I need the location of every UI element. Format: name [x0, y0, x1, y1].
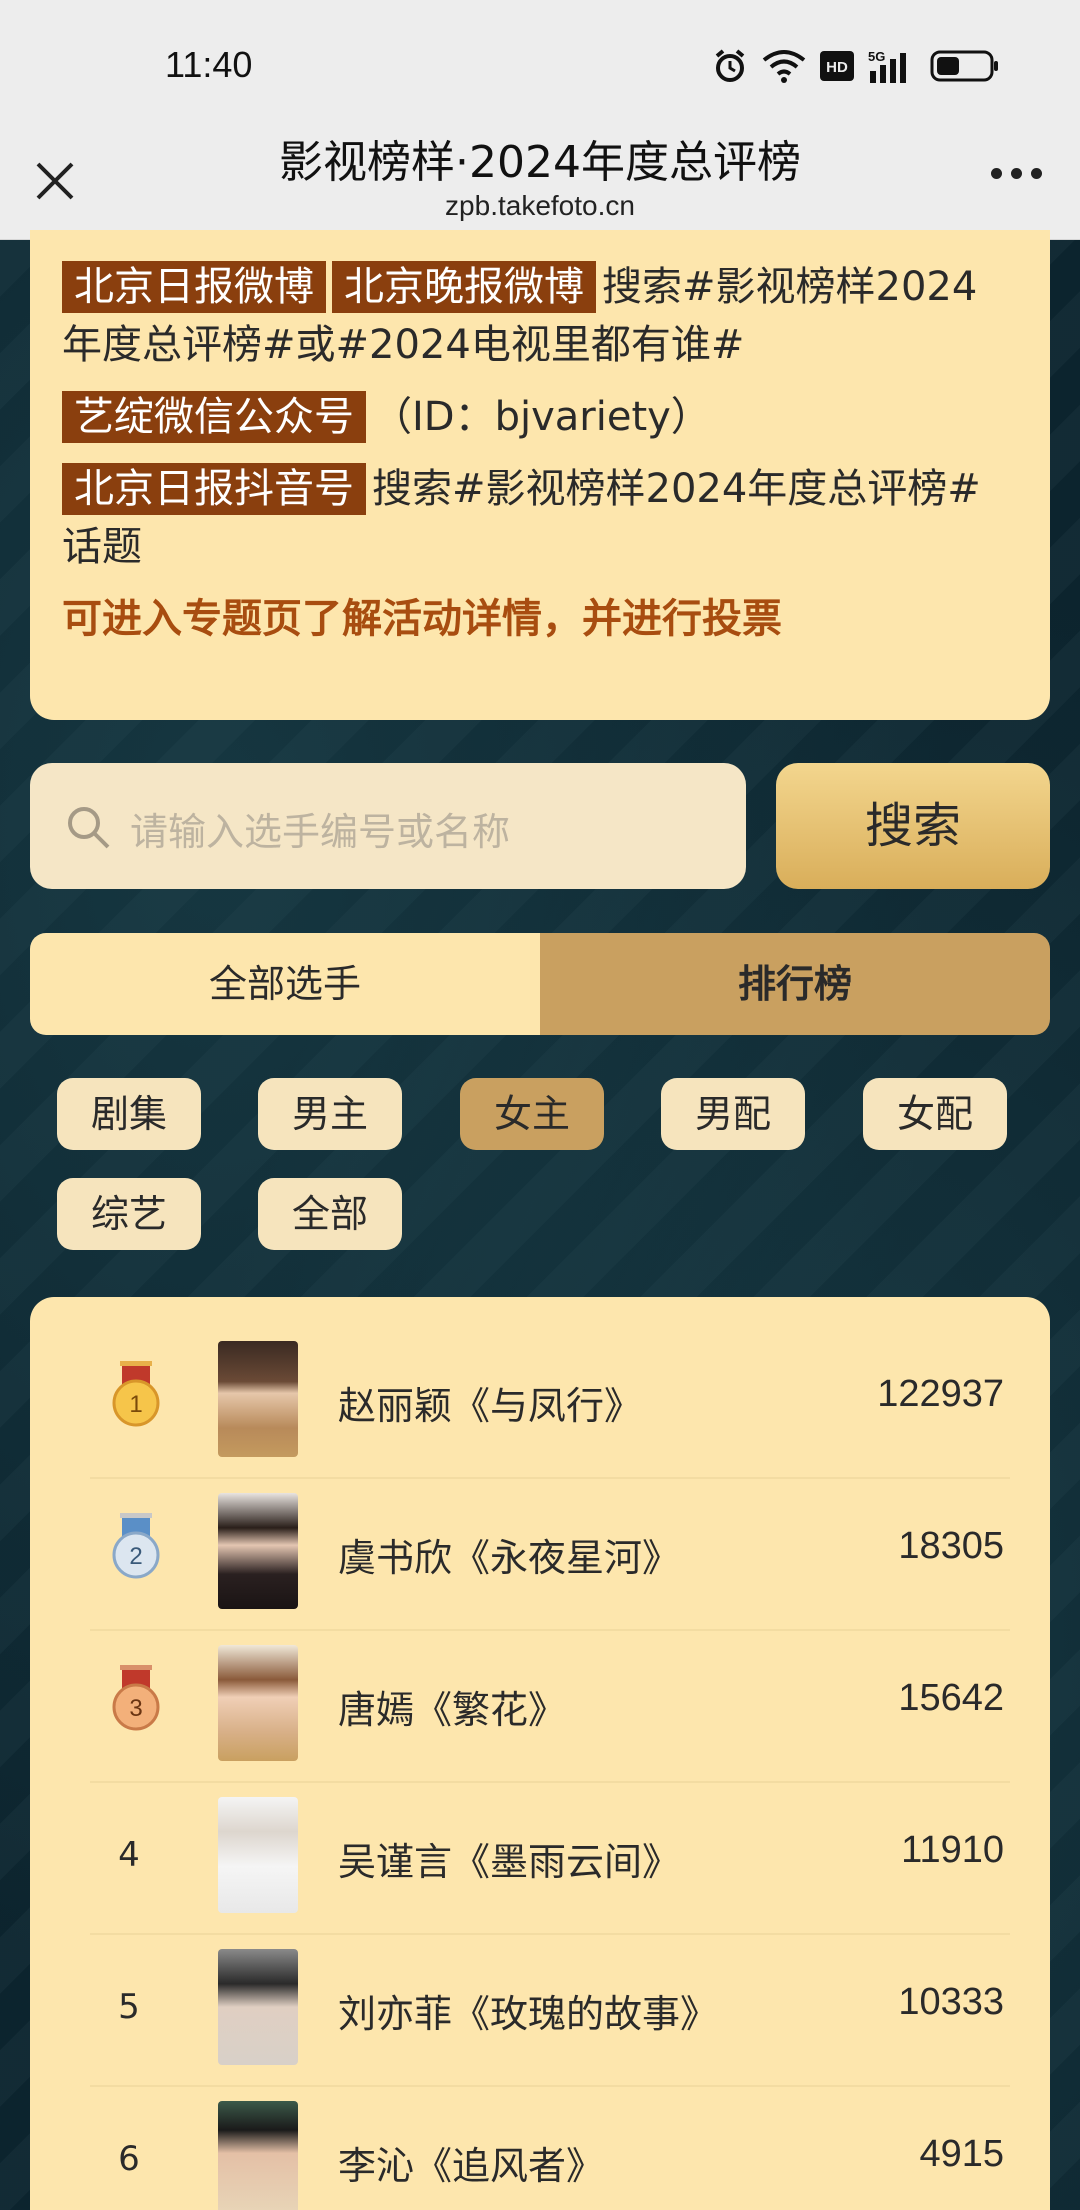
tab-ranking[interactable]: 排行榜	[540, 933, 1050, 1035]
vote-count: 122937	[877, 1373, 1004, 1415]
search-placeholder: 请输入选手编号或名称	[130, 810, 511, 854]
ranking-list: 1 赵丽颖《与凤行》 122937 2 虞书欣《永夜星河》 18305 3 唐嫣…	[30, 1297, 1050, 2210]
search-button[interactable]: 搜索	[776, 763, 1050, 889]
page-url: zpb.takefoto.cn	[445, 190, 635, 221]
signal-5g-icon: 5G	[868, 49, 906, 83]
ranking-row[interactable]: 1 赵丽颖《与凤行》 122937	[60, 1327, 1040, 1479]
silver-medal-icon: 2	[112, 1513, 160, 1579]
ranking-row[interactable]: 5 刘亦菲《玫瑰的故事》 10333	[60, 1935, 1040, 2087]
wechat-text: （ID：bjvariety）	[372, 394, 711, 440]
vote-count: 4915	[919, 2133, 1004, 2175]
svg-text:3: 3	[129, 1695, 142, 1722]
avatar	[218, 2101, 298, 2210]
search-input[interactable]: 请输入选手编号或名称	[30, 763, 746, 889]
chip-male-lead[interactable]: 男主	[258, 1078, 402, 1150]
info-douyin: 北京日报抖音号 搜索#影视榜样2024年度总评榜#话题	[62, 460, 1014, 576]
search-icon	[68, 807, 110, 849]
tag-douyin: 北京日报抖音号	[62, 463, 366, 515]
vote-count: 10333	[898, 1981, 1004, 2023]
chip-female-lead[interactable]: 女主	[460, 1078, 604, 1150]
contestant-name: 赵丽颖《与凤行》	[338, 1384, 643, 1428]
vote-instruction[interactable]: 可进入专题页了解活动详情，并进行投票	[62, 590, 1014, 648]
chip-female-support[interactable]: 女配	[863, 1078, 1007, 1150]
svg-text:5G: 5G	[868, 49, 885, 64]
info-card: 北京日报微博 北京晚报微博 搜索#影视榜样2024年度总评榜#或#2024电视里都有…	[30, 230, 1050, 720]
status-bar: 11:40 HD 5G	[0, 0, 1080, 120]
svg-text:1: 1	[129, 1391, 142, 1418]
avatar	[218, 1949, 298, 2065]
hd-icon: HD	[820, 51, 854, 81]
avatar	[218, 1645, 298, 1761]
chip-male-support[interactable]: 男配	[661, 1078, 805, 1150]
more-options-icon[interactable]	[991, 168, 1042, 179]
ranking-row[interactable]: 2 虞书欣《永夜星河》 18305	[60, 1479, 1040, 1631]
tag-weibo-daily: 北京日报微博	[62, 261, 326, 313]
contestant-name: 吴谨言《墨雨云间》	[338, 1840, 681, 1884]
svg-text:HD: HD	[826, 59, 848, 76]
ranking-row[interactable]: 6 李沁《追风者》 4915	[60, 2087, 1040, 2210]
wifi-icon	[762, 50, 806, 83]
tag-wechat: 艺绽微信公众号	[62, 391, 366, 443]
avatar	[218, 1493, 298, 1609]
battery-icon	[930, 50, 998, 82]
page-title: 影视榜样·2024年度总评榜	[279, 137, 801, 188]
browser-title-bar: 影视榜样·2024年度总评榜 zpb.takefoto.cn	[0, 120, 1080, 240]
contestant-name: 李沁《追风者》	[338, 2144, 605, 2188]
vote-count: 11910	[901, 1829, 1004, 1871]
rank-number: 5	[118, 1987, 140, 2027]
status-icons: HD 5G	[712, 48, 1000, 84]
tab-all-players[interactable]: 全部选手	[30, 933, 540, 1035]
contestant-name: 虞书欣《永夜星河》	[338, 1536, 681, 1580]
info-wechat: 艺绽微信公众号 （ID：bjvariety）	[62, 388, 1014, 446]
chip-variety[interactable]: 综艺	[57, 1178, 201, 1250]
bronze-medal-icon: 3	[112, 1665, 160, 1731]
ranking-row[interactable]: 4 吴谨言《墨雨云间》 11910	[60, 1783, 1040, 1935]
chip-all[interactable]: 全部	[258, 1178, 402, 1250]
rank-number: 4	[118, 1835, 140, 1875]
status-time: 11:40	[165, 44, 253, 85]
contestant-name: 刘亦菲《玫瑰的故事》	[338, 1992, 719, 2036]
tag-weibo-evening: 北京晚报微博	[332, 261, 596, 313]
alarm-icon	[715, 49, 745, 82]
rank-number: 6	[118, 2139, 140, 2179]
svg-text:2: 2	[129, 1543, 142, 1570]
vote-count: 18305	[898, 1525, 1004, 1567]
chip-series[interactable]: 剧集	[57, 1078, 201, 1150]
ranking-row[interactable]: 3 唐嫣《繁花》 15642	[60, 1631, 1040, 1783]
avatar	[218, 1797, 298, 1913]
tab-bar: 全部选手 排行榜	[30, 933, 1050, 1035]
contestant-name: 唐嫣《繁花》	[338, 1688, 567, 1732]
info-weibo: 北京日报微博 北京晚报微博 搜索#影视榜样2024年度总评榜#或#2024电视里都有…	[62, 258, 1014, 374]
vote-count: 15642	[898, 1677, 1004, 1719]
avatar	[218, 1341, 298, 1457]
gold-medal-icon: 1	[112, 1361, 160, 1427]
